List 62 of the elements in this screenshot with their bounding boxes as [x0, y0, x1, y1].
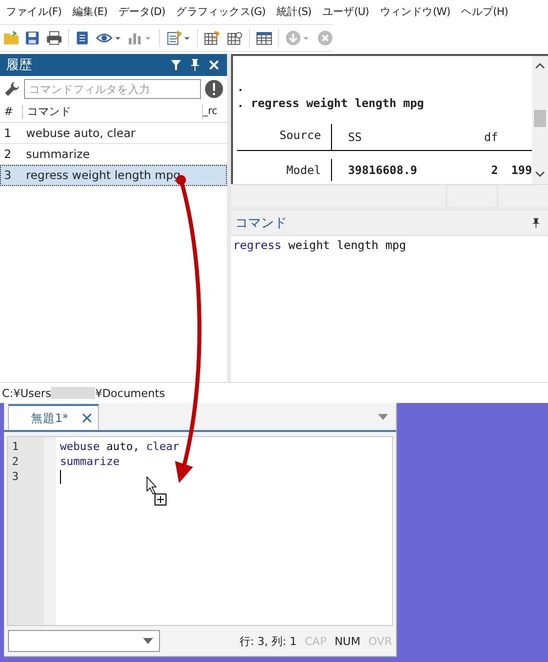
table-icon[interactable] [256, 30, 272, 46]
command-input[interactable]: regress weight length mpg [231, 235, 548, 382]
pin-icon[interactable] [190, 59, 200, 71]
save-icon[interactable] [25, 30, 40, 46]
dropdown[interactable] [8, 630, 160, 652]
folder-icon[interactable] [3, 30, 20, 46]
editor-tab[interactable]: 無題1* [8, 404, 100, 430]
text-cursor [60, 470, 61, 484]
table-edit-icon[interactable] [204, 30, 221, 46]
menu-item[interactable]: 編集(E) [72, 5, 108, 19]
line-number: 3 [11, 470, 20, 483]
key-indicator: CAP [304, 634, 327, 648]
table-cell: Model [237, 159, 332, 181]
panel-title: 履歴 [6, 57, 33, 74]
line-number: 1 [11, 440, 20, 453]
column-header[interactable]: コマンド [23, 105, 203, 119]
code-editor[interactable]: 1 webuse auto, clear 2 summarize 3 [7, 436, 393, 626]
menu-item[interactable]: 統計(S) [276, 5, 312, 19]
menu-item[interactable]: グラフィックス(G) [176, 5, 266, 19]
scrollbar[interactable] [532, 56, 548, 184]
alert-icon[interactable] [205, 80, 223, 98]
table-cell-text: 199 [510, 163, 532, 177]
print-icon[interactable] [46, 30, 62, 46]
redacted-block [51, 387, 96, 399]
caret-icon[interactable] [143, 638, 153, 644]
table-cell-text: 2 [490, 163, 498, 177]
menu-item[interactable]: ウィンドウ(W) [380, 5, 450, 19]
chevron-down-icon[interactable] [535, 170, 545, 178]
notebook-icon[interactable] [75, 30, 90, 46]
key-indicator: OVR [368, 634, 392, 648]
column-header[interactable]: # [0, 105, 23, 119]
table-search-icon[interactable] [226, 30, 243, 46]
chevron-up-icon[interactable] [535, 62, 545, 70]
code-line: summarize [60, 455, 120, 468]
code-line: webuse auto, clear [60, 440, 180, 453]
key-indicator: NUM [334, 634, 360, 648]
table-cell-text: 39816608.9 [347, 163, 418, 177]
filter-field[interactable]: コマンドフィルタを入力 [24, 79, 201, 99]
menu-item[interactable]: ヘルプ(H) [461, 5, 508, 19]
menu-item[interactable]: データ(D) [118, 5, 166, 19]
path-text: C:¥Users [2, 386, 52, 400]
caret-icon[interactable] [378, 414, 388, 420]
pin-icon[interactable] [532, 217, 540, 229]
line-number: 2 [11, 455, 20, 468]
output-line: . regress weight length mpg [237, 96, 425, 112]
filter-icon[interactable] [171, 60, 181, 70]
column-header[interactable]: _rc [203, 105, 227, 119]
copy-cursor-icon [146, 476, 166, 506]
path-text: ¥Documents [95, 386, 165, 400]
menu-item[interactable]: ファイル(F) [6, 5, 62, 19]
history-row[interactable]: 1 webuse auto, clear [0, 123, 227, 144]
table-header: SS [347, 130, 363, 144]
table-header: Source [237, 124, 332, 150]
cursor-position: 行: 3, 列: 1 [239, 634, 297, 648]
output-line: . [237, 80, 245, 96]
scroll-thumb[interactable] [534, 110, 546, 127]
panel-title: コマンド [235, 215, 287, 232]
wrench-icon[interactable] [4, 81, 20, 97]
close-icon[interactable] [82, 413, 92, 423]
menu-item[interactable]: ユーザ(U) [322, 5, 369, 19]
edit-document-icon[interactable] [166, 30, 192, 46]
table-header: df [483, 130, 498, 144]
